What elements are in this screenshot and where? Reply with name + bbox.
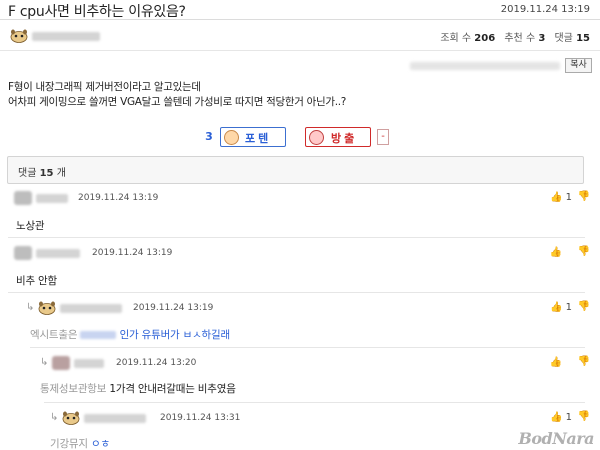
comment-item: 2019.11.24 13:19 👍 1 👎 노상관 [0, 188, 600, 238]
comment-date: 2019.11.24 13:19 [92, 248, 173, 258]
commenter-nickname[interactable] [36, 249, 80, 258]
comment-header-text: 댓글 15 개 [18, 164, 66, 179]
reply-arrow-icon: ↳ [26, 302, 35, 313]
post-date: 2019.11.24 13:19 [500, 4, 590, 15]
vote-row: 3 포텐 방출 - [0, 127, 600, 149]
comment-date: 2019.11.24 13:20 [116, 358, 197, 368]
site-watermark-logo: BodNara [518, 429, 594, 448]
like-button[interactable]: 👍 [550, 357, 562, 368]
post-stats: 조회 수 206 추천 수 3 댓글 15 [440, 29, 590, 44]
comment-divider [44, 402, 585, 403]
commenter-nickname[interactable] [74, 359, 104, 368]
like-button[interactable]: 👍 1 [550, 412, 572, 423]
commenter-avatar[interactable] [52, 356, 70, 370]
upvote-button[interactable]: 포텐 [220, 127, 286, 147]
mention-prefix: 엑시트출은 [30, 329, 78, 341]
comment-item: ↳ 2019.11.24 13:19 👍 1 👎 엑시트출은 인가 유튜버가 ㅂ… [0, 298, 600, 348]
comment-text: 통제성보관항보 1가격 안내려갈때는 비추였음 [40, 381, 236, 396]
comment-header-count: 15 [39, 168, 54, 179]
recommends-label: 추천 수 [504, 33, 536, 44]
mention-prefix: 기강뮤지 [50, 438, 88, 450]
like-button[interactable]: 👍 1 [550, 302, 572, 313]
post-body-line: 어차피 게이밍으로 쓸꺼면 VGA달고 쓸텐데 가성비로 따지면 적당한거 아닌… [8, 96, 347, 108]
commenter-nickname[interactable] [36, 194, 68, 203]
comment-header-label: 댓글 [18, 168, 37, 179]
thumbs-up-icon: 👍 [549, 192, 563, 203]
happy-face-icon [224, 130, 239, 145]
comment-text-body: 인가 유튜버가 ㅂㅅ하길래 [119, 329, 231, 341]
upvote-label: 포텐 [245, 132, 272, 145]
comment-item: 2019.11.24 13:19 👍 👎 비추 안함 [0, 243, 600, 293]
mention-link[interactable] [80, 331, 117, 339]
reply-arrow-icon: ↳ [40, 357, 49, 368]
comment-divider [8, 292, 585, 293]
commenter-nickname[interactable] [60, 304, 122, 313]
comment-header-unit: 개 [56, 168, 66, 179]
thumbs-up-icon: 👍 [549, 247, 562, 258]
like-count: 1 [565, 192, 572, 203]
like-count: 1 [565, 412, 572, 423]
comments-label: 댓글 [554, 33, 573, 44]
like-button[interactable]: 👍 1 [550, 192, 572, 203]
recommends-count: 3 [538, 33, 546, 44]
copy-url-button[interactable]: 복사 [565, 58, 592, 73]
thumbs-up-icon: 👍 [549, 357, 562, 368]
comment-divider [30, 347, 585, 348]
views-label: 조회 수 [440, 33, 472, 44]
thumbs-down-icon[interactable]: 👎 [578, 301, 590, 312]
thumbs-down-icon[interactable]: 👎 [578, 411, 590, 422]
views-count: 206 [474, 33, 496, 44]
thumbs-down-icon[interactable]: 👎 [578, 191, 590, 202]
downvote-button[interactable]: 방출 [305, 127, 371, 147]
author-bar: 조회 수 206 추천 수 3 댓글 15 [0, 21, 600, 51]
thumbs-up-icon: 👍 [549, 302, 563, 313]
author-avatar-icon[interactable] [10, 29, 28, 43]
commenter-avatar[interactable] [14, 191, 32, 205]
post-url-row: 복사 [0, 58, 600, 74]
mention-prefix: 통제성보관항보 [40, 383, 107, 395]
reply-arrow-icon: ↳ [50, 412, 59, 423]
commenter-avatar-icon[interactable] [38, 301, 56, 315]
comment-item: ↳ 2019.11.24 13:31 👍 1 👎 기강뮤지 ㅇㅎ [0, 408, 600, 450]
thumbs-up-icon: 👍 [549, 412, 563, 423]
comment-date: 2019.11.24 13:19 [78, 193, 159, 203]
post-body: F형이 내장그래픽 제거버전이라고 알고있는데 어차피 게이밍으로 쓸꺼면 VG… [8, 80, 346, 110]
commenter-avatar[interactable] [14, 246, 32, 260]
comment-text: 노상관 [16, 220, 45, 232]
author-nickname[interactable] [32, 32, 100, 41]
downvote-label: 방출 [331, 132, 358, 145]
angry-face-icon [309, 130, 324, 145]
vote-minus-button[interactable]: - [377, 129, 389, 145]
comment-text: 엑시트출은 인가 유튜버가 ㅂㅅ하길래 [30, 327, 230, 342]
comment-divider [8, 237, 585, 238]
comment-text-body: 1가격 안내려갈때는 비추였음 [109, 383, 236, 395]
post-url[interactable] [410, 62, 560, 70]
thumbs-down-icon[interactable]: 👎 [578, 356, 590, 367]
comment-date: 2019.11.24 13:19 [133, 303, 214, 313]
commenter-avatar-icon[interactable] [62, 411, 80, 425]
comment-text: 비추 안함 [16, 275, 57, 287]
vote-count: 3 [205, 130, 213, 143]
post-title-bar: F cpu사면 비추하는 이유있음? 2019.11.24 13:19 [0, 0, 600, 20]
comment-header: 댓글 15 개 [7, 156, 584, 184]
post-body-line: F형이 내장그래픽 제거버전이라고 알고있는데 [8, 81, 201, 93]
comment-item: ↳ 2019.11.24 13:20 👍 👎 통제성보관항보 1가격 안내려갈때… [0, 353, 600, 403]
commenter-nickname[interactable] [84, 414, 146, 423]
comment-date: 2019.11.24 13:31 [160, 413, 241, 423]
comment-text: 기강뮤지 ㅇㅎ [50, 436, 110, 450]
thumbs-down-icon[interactable]: 👎 [578, 246, 590, 257]
like-count: 1 [565, 302, 572, 313]
comments-count: 15 [576, 33, 590, 44]
like-button[interactable]: 👍 [550, 247, 562, 258]
post-title: F cpu사면 비추하는 이유있음? [8, 4, 186, 20]
comment-text-body: ㅇㅎ [90, 438, 110, 450]
